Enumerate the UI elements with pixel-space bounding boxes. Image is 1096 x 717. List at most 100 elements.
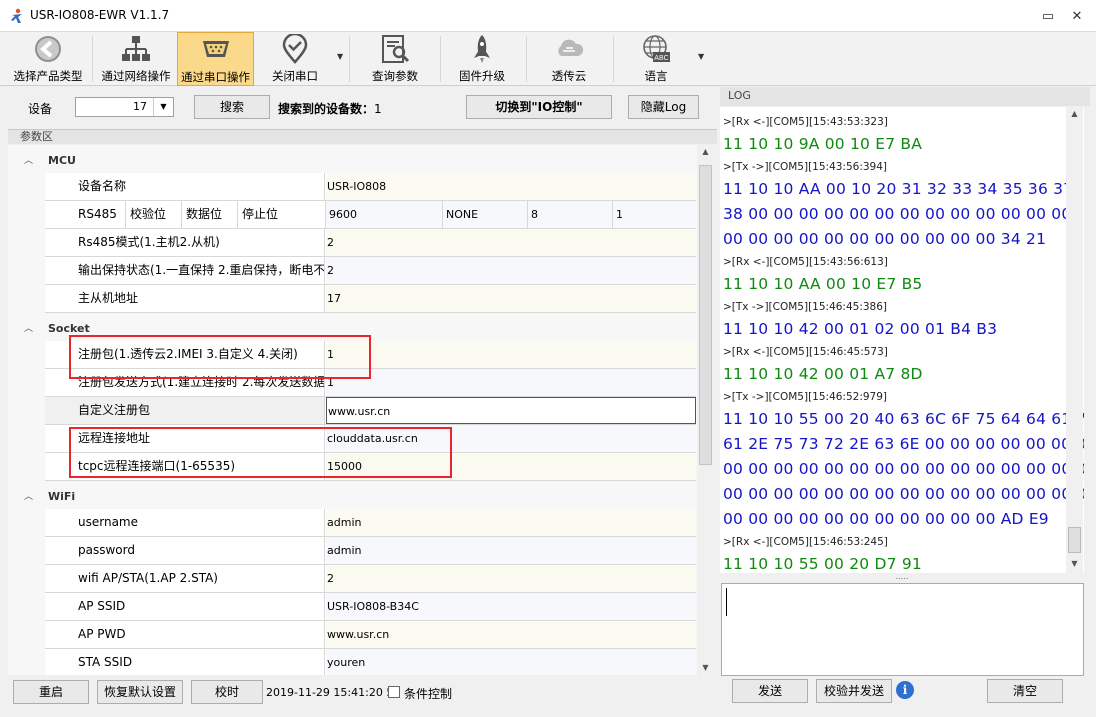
scroll-down-icon[interactable]: ▼ bbox=[1066, 559, 1083, 568]
row-output-hold[interactable]: 输出保持状态(1.一直保持 2.重启保持，断电不 2 bbox=[45, 257, 696, 285]
chevron-down-icon[interactable]: ▼ bbox=[153, 98, 173, 116]
search-button[interactable]: 搜索 bbox=[194, 95, 270, 119]
firmware-upgrade-button[interactable]: 固件升级 bbox=[444, 32, 520, 86]
row-key: AP SSID bbox=[45, 593, 325, 620]
row-key: password bbox=[45, 537, 325, 564]
check-and-send-button[interactable]: 校验并发送 bbox=[816, 679, 892, 703]
row-wifi-mode[interactable]: wifi AP/STA(1.AP 2.STA) 2 bbox=[45, 565, 696, 593]
row-username[interactable]: username admin bbox=[45, 509, 696, 537]
row-ap-ssid[interactable]: AP SSID USR-IO808-B34C bbox=[45, 593, 696, 621]
select-product-type-button[interactable]: 选择产品类型 bbox=[8, 32, 88, 86]
row-value-input[interactable]: www.usr.cn bbox=[326, 397, 696, 424]
send-input[interactable] bbox=[721, 583, 1084, 676]
device-select[interactable]: 17 ▼ bbox=[75, 97, 174, 117]
info-icon[interactable]: i bbox=[896, 681, 914, 699]
scroll-up-icon[interactable]: ▲ bbox=[1066, 109, 1083, 118]
serial-port-icon bbox=[202, 41, 229, 57]
param-scrollbar[interactable]: ▲ ▼ bbox=[697, 145, 714, 675]
row-value[interactable]: www.usr.cn bbox=[326, 621, 696, 648]
row-sta-ssid[interactable]: STA SSID youren bbox=[45, 649, 696, 675]
network-operation-button[interactable]: 通过网络操作 bbox=[96, 32, 176, 86]
row-custom-register[interactable]: 自定义注册包 www.usr.cn bbox=[45, 397, 696, 425]
switch-io-control-button[interactable]: 切换到"IO控制" bbox=[466, 95, 612, 119]
log-rx-data-line: 11 10 10 42 00 01 A7 8D bbox=[723, 365, 923, 383]
language-button[interactable]: ABC 语言 bbox=[617, 32, 695, 86]
condition-checkbox[interactable] bbox=[388, 686, 400, 698]
parameter-panel: 设备 17 ▼ 搜索 搜索到的设备数：1 切换到"IO控制" 隐藏Log 参数区… bbox=[8, 87, 717, 712]
scroll-up-icon[interactable]: ▲ bbox=[697, 147, 714, 156]
row-value[interactable]: admin bbox=[326, 537, 696, 564]
svg-text:ABC: ABC bbox=[654, 55, 668, 62]
stop-bits-value[interactable]: 1 bbox=[613, 201, 696, 228]
row-value[interactable]: 2 bbox=[326, 229, 696, 256]
transparent-cloud-button[interactable]: 透传云 bbox=[530, 32, 608, 86]
log-meta-line: >[Rx <-][COM5][15:46:45:573] bbox=[723, 346, 888, 358]
log-tx-data-line: 38 00 00 00 00 00 00 00 00 00 00 00 00 0… bbox=[723, 205, 1072, 223]
log-meta-line: >[Tx ->][COM5][15:43:56:394] bbox=[723, 161, 888, 173]
data-bits-label: 数据位 bbox=[182, 201, 238, 228]
found-devices-text: 搜索到的设备数：1 bbox=[278, 100, 382, 117]
parity-label: 校验位 bbox=[126, 201, 182, 228]
row-value[interactable]: 17 bbox=[326, 285, 696, 312]
data-bits-value[interactable]: 8 bbox=[528, 201, 613, 228]
chevron-up-icon[interactable]: ︿ bbox=[24, 153, 33, 166]
restart-button[interactable]: 重启 bbox=[13, 680, 89, 704]
section-wifi[interactable]: ︿ WiFi bbox=[8, 481, 697, 509]
parity-value[interactable]: NONE bbox=[443, 201, 528, 228]
row-value[interactable]: 2 bbox=[326, 565, 696, 592]
device-controls: 设备 17 ▼ 搜索 搜索到的设备数：1 切换到"IO控制" 隐藏Log bbox=[8, 87, 717, 127]
row-key: username bbox=[45, 509, 325, 536]
section-title: WiFi bbox=[48, 490, 76, 503]
datetime-text: 2019-11-29 15:41:20 5 bbox=[266, 686, 394, 699]
row-master-address[interactable]: 主从机地址 17 bbox=[45, 285, 696, 313]
scroll-thumb[interactable] bbox=[699, 165, 712, 465]
panel-splitter[interactable]: ..... bbox=[720, 573, 1084, 582]
chevron-up-icon[interactable]: ︿ bbox=[24, 489, 33, 502]
chevron-down-icon[interactable]: ▼ bbox=[698, 52, 704, 61]
condition-label: 条件控制 bbox=[404, 687, 453, 701]
row-value[interactable]: 2 bbox=[326, 257, 696, 284]
row-ap-pwd[interactable]: AP PWD www.usr.cn bbox=[45, 621, 696, 649]
chevron-up-icon[interactable]: ︿ bbox=[24, 321, 33, 334]
clear-button[interactable]: 清空 bbox=[987, 679, 1063, 703]
row-value[interactable]: USR-IO808-B34C bbox=[326, 593, 696, 620]
row-value[interactable]: youren bbox=[326, 649, 696, 675]
log-tx-data-line: 11 10 10 AA 00 10 20 31 32 33 34 35 36 3… bbox=[723, 180, 1074, 198]
log-rx-data-line: 11 10 10 AA 00 10 E7 B5 bbox=[723, 275, 923, 293]
row-key: AP PWD bbox=[45, 621, 325, 648]
log-meta-line: >[Rx <-][COM5][15:43:53:323] bbox=[723, 116, 888, 128]
row-value[interactable]: USR-IO808 bbox=[326, 173, 696, 200]
log-scrollbar[interactable]: ▲ ▼ bbox=[1066, 107, 1083, 573]
row-device-name[interactable]: 设备名称 USR-IO808 bbox=[45, 173, 696, 201]
serial-operation-button[interactable]: 通过串口操作 bbox=[177, 32, 254, 86]
restore-defaults-button[interactable]: 恢复默认设置 bbox=[97, 680, 183, 704]
row-rs485-mode[interactable]: Rs485模式(1.主机2.从机) 2 bbox=[45, 229, 696, 257]
sync-time-button[interactable]: 校时 bbox=[191, 680, 263, 704]
section-mcu[interactable]: ︿ MCU bbox=[8, 145, 697, 173]
log-tx-data-line: 00 00 00 00 00 00 00 00 00 00 00 AD E9 bbox=[723, 510, 1049, 528]
log-output[interactable]: >[Rx <-][COM5][15:43:53:323] 11 10 10 9A … bbox=[720, 107, 1084, 573]
hide-log-button[interactable]: 隐藏Log bbox=[628, 95, 699, 119]
row-password[interactable]: password admin bbox=[45, 537, 696, 565]
log-rx-data-line: 11 10 10 55 00 20 D7 91 bbox=[723, 555, 922, 573]
row-serial-settings[interactable]: RS485波特率 校验位 数据位 停止位 9600 NONE 8 1 bbox=[45, 201, 696, 248]
row-value[interactable]: 1 bbox=[326, 369, 696, 396]
scroll-down-icon[interactable]: ▼ bbox=[697, 663, 714, 672]
toolbar-label: 语言 bbox=[644, 69, 668, 83]
close-button[interactable]: ✕ bbox=[1062, 8, 1092, 28]
row-value[interactable]: admin bbox=[326, 509, 696, 536]
send-button[interactable]: 发送 bbox=[732, 679, 808, 703]
minimize-button[interactable]: ▭ bbox=[1033, 8, 1063, 28]
close-serial-button[interactable]: 关闭串口 bbox=[258, 32, 332, 86]
cloud-icon bbox=[558, 39, 584, 56]
chevron-down-icon[interactable]: ▼ bbox=[337, 52, 343, 61]
row-key: 主从机地址 bbox=[45, 285, 325, 312]
baud-rate-value[interactable]: 9600 bbox=[326, 201, 443, 228]
query-params-button[interactable]: 查询参数 bbox=[356, 32, 434, 86]
row-value[interactable]: 1 bbox=[326, 341, 696, 368]
main-toolbar: 选择产品类型 通过网络操作 通过串口操作 关闭串口 ▼ 查询参数 固件升级 透传… bbox=[0, 32, 1096, 86]
scroll-thumb[interactable] bbox=[1068, 527, 1081, 553]
found-devices-count: 1 bbox=[374, 102, 382, 116]
found-devices-label: 搜索到的设备数： bbox=[278, 102, 375, 116]
log-tx-data-line: 00 00 00 00 00 00 00 00 00 00 00 00 00 0… bbox=[723, 485, 1084, 503]
